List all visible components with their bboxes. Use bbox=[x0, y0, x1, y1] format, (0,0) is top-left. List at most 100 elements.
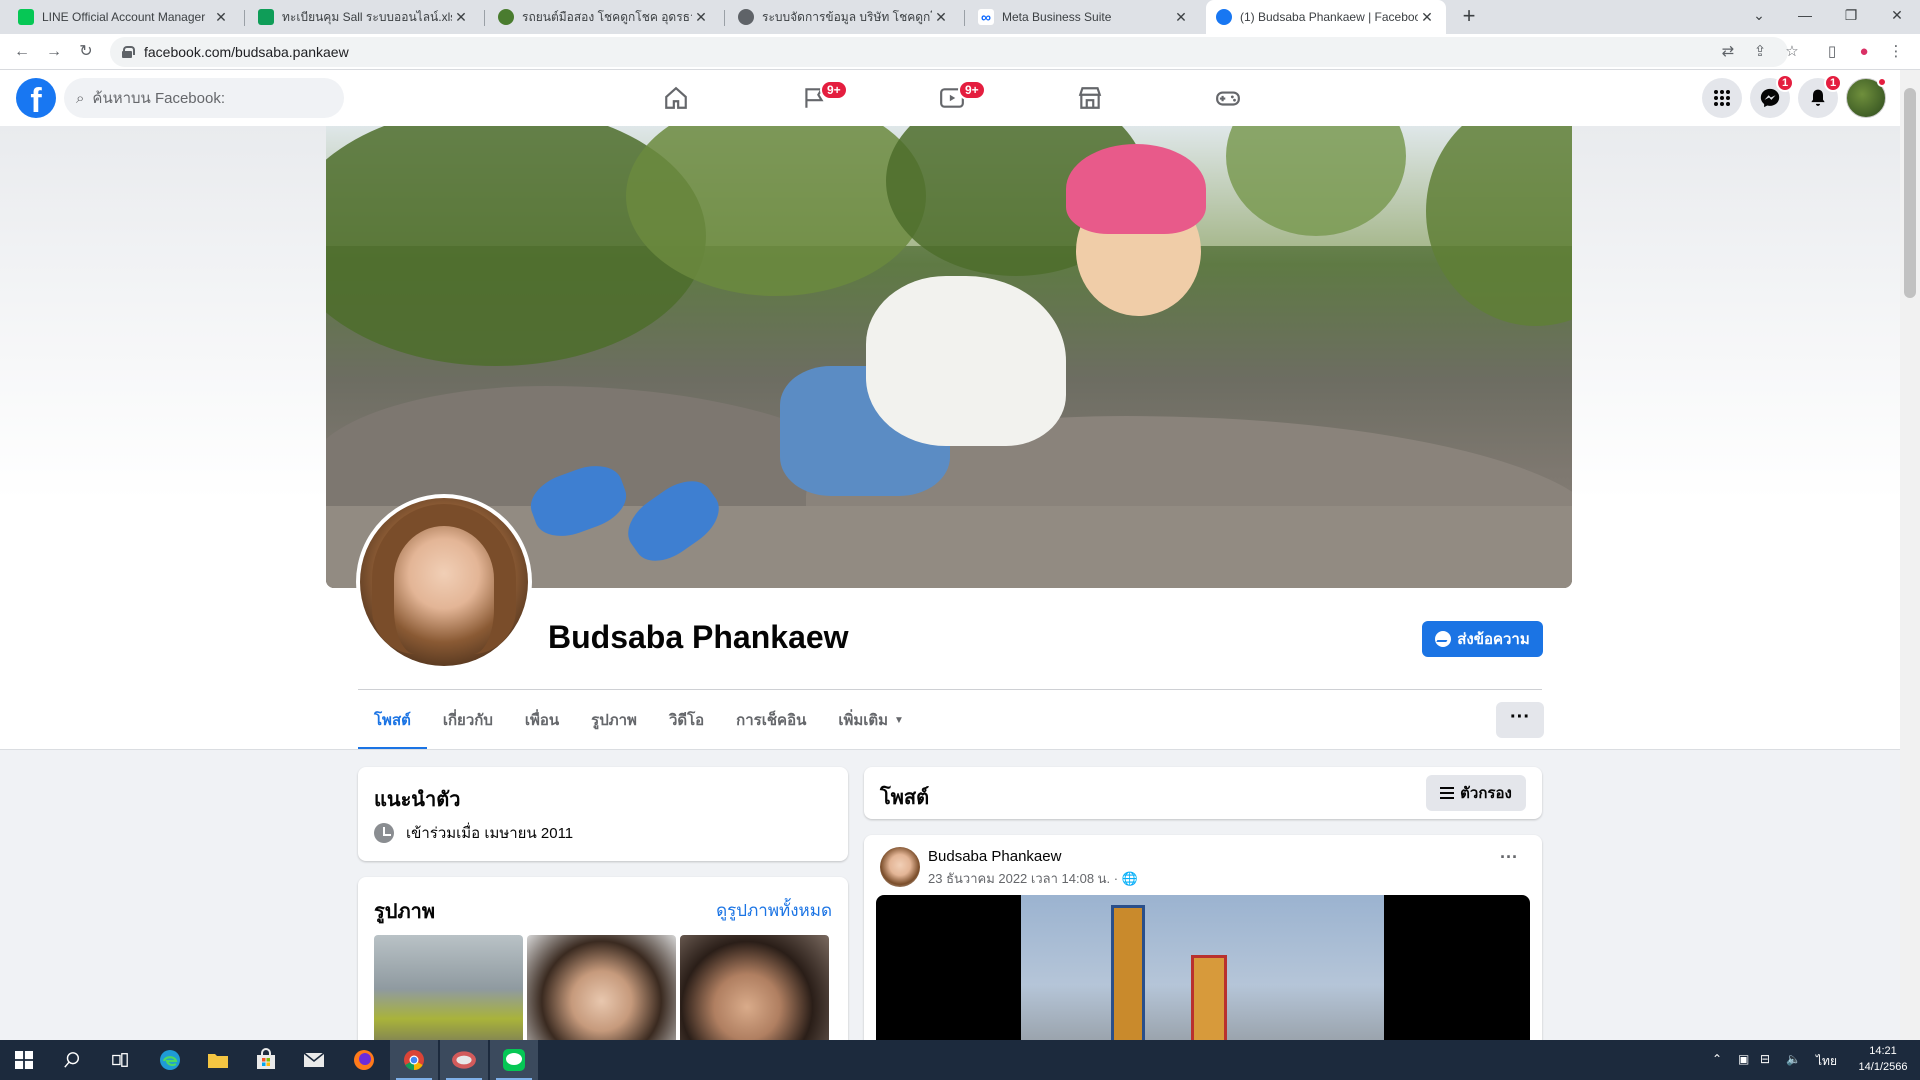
scrollbar-thumb[interactable] bbox=[1904, 88, 1916, 298]
post-timestamp[interactable]: 23 ธันวาคม 2022 เวลา 14:08 น. · 🌐 bbox=[928, 868, 1138, 889]
folder-icon bbox=[208, 1054, 228, 1068]
file-explorer-app[interactable] bbox=[194, 1040, 242, 1080]
mail-icon bbox=[303, 1052, 325, 1067]
tray-chevron-icon[interactable]: ⌃ bbox=[1712, 1052, 1722, 1066]
page-scrollbar[interactable] bbox=[1900, 70, 1920, 1040]
browser-tab[interactable]: ทะเบียนคุม Sall ระบบออนไลน์.xlsx - G ✕ bbox=[248, 0, 480, 34]
nav-marketplace[interactable] bbox=[1034, 78, 1146, 118]
firefox-app[interactable] bbox=[340, 1040, 388, 1080]
photo-grid bbox=[374, 935, 829, 1055]
taskbar-clock[interactable]: 14:21 14/1/2566 bbox=[1850, 1043, 1916, 1075]
mail-app[interactable] bbox=[290, 1040, 338, 1080]
browser-tab[interactable]: LINE Official Account Manager ✕ bbox=[8, 0, 240, 34]
tab-search-button[interactable]: ⌄ bbox=[1736, 0, 1782, 30]
close-tab-icon[interactable]: ✕ bbox=[692, 9, 710, 26]
post-author-avatar[interactable] bbox=[880, 847, 920, 887]
tab-more[interactable]: เพิ่มเติม ▼ bbox=[822, 690, 920, 750]
browser-tab[interactable]: รถยนต์มือสอง โชคดูกโชค อุดรธานี ✕ bbox=[488, 0, 720, 34]
tab-checkins[interactable]: การเช็คอิน bbox=[720, 690, 822, 750]
close-tab-icon[interactable]: ✕ bbox=[212, 9, 230, 26]
language-indicator[interactable]: ไทย bbox=[1816, 1052, 1837, 1071]
chrome-icon bbox=[404, 1050, 424, 1071]
app-window[interactable] bbox=[440, 1040, 488, 1080]
edge-app[interactable] bbox=[146, 1040, 194, 1080]
photo-thumbnail[interactable] bbox=[527, 935, 676, 1055]
close-tab-icon[interactable]: ✕ bbox=[452, 9, 470, 26]
tab-title: LINE Official Account Manager bbox=[42, 10, 206, 24]
photo-thumbnail[interactable] bbox=[680, 935, 829, 1055]
tab-posts[interactable]: โพสต์ bbox=[358, 690, 427, 750]
messenger-button[interactable]: 1 bbox=[1750, 74, 1794, 118]
chrome-app[interactable] bbox=[390, 1040, 438, 1080]
joined-row: เข้าร่วมเมื่อ เมษายน 2011 bbox=[374, 821, 573, 845]
tab-title: ระบบจัดการข้อมูล บริษัท โชคดูกโชค bbox=[762, 9, 932, 24]
tray-meet-icon[interactable]: ▣ bbox=[1738, 1052, 1749, 1066]
bookmark-star-icon[interactable]: ☆ bbox=[1782, 42, 1802, 62]
forward-button[interactable]: → bbox=[42, 40, 66, 64]
tab-photos[interactable]: รูปภาพ bbox=[575, 690, 653, 750]
profile-picture[interactable] bbox=[356, 494, 532, 670]
nav-watch[interactable]: 9+ bbox=[896, 78, 1008, 118]
new-tab-button[interactable]: + bbox=[1456, 4, 1482, 30]
post-options-button[interactable]: ··· bbox=[1500, 847, 1518, 868]
line-app[interactable] bbox=[490, 1040, 538, 1080]
close-tab-icon[interactable]: ✕ bbox=[1172, 9, 1190, 26]
address-bar[interactable]: facebook.com/budsaba.pankaew bbox=[110, 37, 1788, 67]
network-icon[interactable]: ⊟ bbox=[1760, 1052, 1770, 1066]
browser-tab[interactable]: ∞ Meta Business Suite ✕ bbox=[968, 0, 1200, 34]
notifications-button[interactable]: 1 bbox=[1798, 74, 1842, 118]
facebook-favicon-icon bbox=[1216, 9, 1232, 25]
facebook-search-input[interactable]: ⌕ ค้นหาบน Facebook: bbox=[64, 78, 344, 118]
facebook-logo[interactable]: f bbox=[16, 78, 56, 118]
gaming-icon bbox=[1216, 91, 1240, 106]
menu-button[interactable] bbox=[1702, 78, 1742, 118]
profile-icon[interactable]: ● bbox=[1854, 42, 1874, 62]
store-icon bbox=[257, 1048, 275, 1069]
cover-photo[interactable] bbox=[326, 126, 1572, 588]
nav-gaming[interactable] bbox=[1172, 78, 1284, 118]
start-button[interactable] bbox=[0, 1040, 48, 1080]
filter-button[interactable]: ตัวกรอง bbox=[1426, 775, 1526, 811]
restore-button[interactable]: ❐ bbox=[1828, 0, 1874, 30]
back-button[interactable]: ← bbox=[10, 40, 34, 64]
reload-button[interactable]: ↻ bbox=[74, 40, 98, 64]
task-view-button[interactable] bbox=[96, 1040, 144, 1080]
browser-tab-active[interactable]: (1) Budsaba Phankaew | Faceboo ✕ bbox=[1206, 0, 1446, 34]
translate-icon[interactable]: ⇄ bbox=[1718, 42, 1738, 62]
close-tab-icon[interactable]: ✕ bbox=[932, 9, 950, 26]
edge-icon bbox=[160, 1050, 180, 1070]
bell-icon bbox=[1811, 89, 1825, 106]
alert-dot bbox=[1877, 77, 1887, 87]
profile-more-button[interactable]: ··· bbox=[1496, 702, 1544, 738]
url-text: facebook.com/budsaba.pankaew bbox=[144, 44, 349, 60]
chrome-menu-icon[interactable]: ⋮ bbox=[1886, 42, 1906, 62]
tab-title: (1) Budsaba Phankaew | Faceboo bbox=[1240, 10, 1418, 24]
search-placeholder: ค้นหาบน Facebook: bbox=[92, 90, 225, 107]
tab-videos[interactable]: วิดีโอ bbox=[653, 690, 720, 750]
volume-icon[interactable]: 🔈 bbox=[1786, 1052, 1801, 1066]
store-app[interactable] bbox=[242, 1040, 290, 1080]
see-all-photos-link[interactable]: ดูรูปภาพทั้งหมด bbox=[716, 897, 832, 924]
photo-thumbnail[interactable] bbox=[374, 935, 523, 1055]
send-message-button[interactable]: ส่งข้อความ bbox=[1422, 621, 1543, 657]
grid-menu-icon bbox=[1714, 90, 1730, 106]
nav-pages[interactable]: 9+ bbox=[758, 78, 870, 118]
post-author-name[interactable]: Budsaba Phankaew bbox=[928, 848, 1061, 865]
firefox-icon bbox=[354, 1050, 374, 1070]
close-tab-icon[interactable]: ✕ bbox=[1418, 9, 1436, 26]
account-avatar[interactable] bbox=[1846, 77, 1887, 118]
browser-tab[interactable]: ระบบจัดการข้อมูล บริษัท โชคดูกโชค ✕ bbox=[728, 0, 960, 34]
profile-name: Budsaba Phankaew bbox=[548, 619, 849, 655]
close-window-button[interactable]: ✕ bbox=[1874, 0, 1920, 30]
globe-favicon-icon bbox=[738, 9, 754, 25]
share-icon[interactable]: ⇪ bbox=[1750, 42, 1770, 62]
intro-card: แนะนำตัว เข้าร่วมเมื่อ เมษายน 2011 bbox=[358, 767, 848, 861]
search-button[interactable] bbox=[48, 1040, 96, 1080]
nav-home[interactable] bbox=[620, 78, 732, 118]
side-panel-icon[interactable]: ▯ bbox=[1822, 42, 1842, 62]
notification-badge: 9+ bbox=[820, 80, 848, 100]
tab-friends[interactable]: เพื่อน bbox=[509, 690, 575, 750]
tab-about[interactable]: เกี่ยวกับ bbox=[427, 690, 509, 750]
minimize-button[interactable]: — bbox=[1782, 0, 1828, 30]
messenger-icon bbox=[1435, 631, 1452, 647]
